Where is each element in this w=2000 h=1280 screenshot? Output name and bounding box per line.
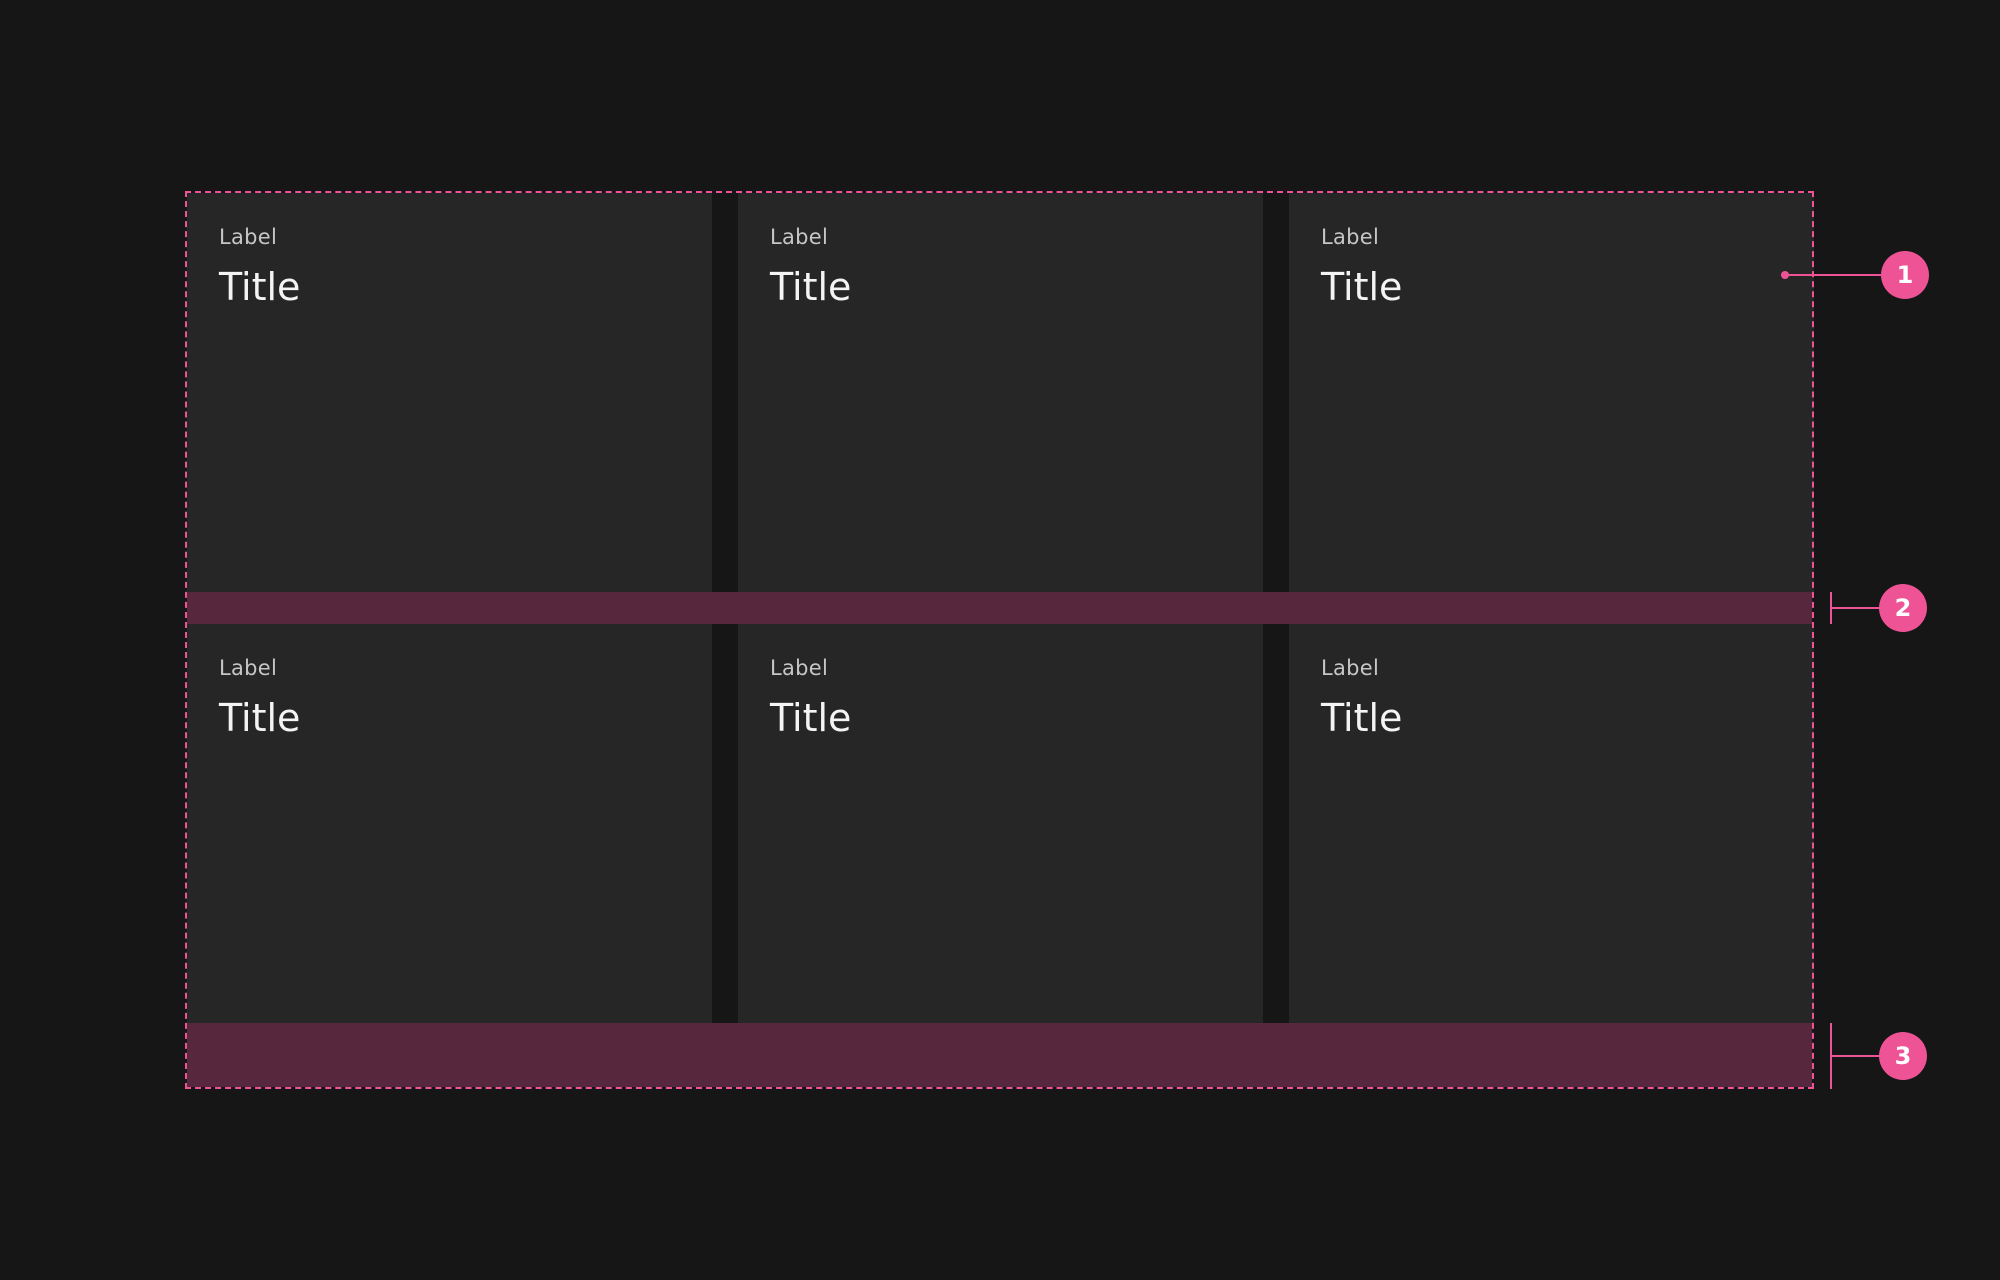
tile: Label Title [187,624,712,1023]
tile-label: Label [1321,225,1380,249]
tile-title: Title [770,696,852,740]
tile: Label Title [738,624,1263,1023]
tile-label: Label [219,656,278,680]
tile-label: Label [770,225,829,249]
callout-1-marker: 1 [1881,251,1929,299]
callout-3-marker: 3 [1879,1032,1927,1080]
tile-title: Title [219,265,301,309]
tile: Label Title [1289,193,1814,592]
tile: Label Title [1289,624,1814,1023]
callout-3-leader-line [1831,1055,1881,1057]
tile-title: Title [219,696,301,740]
tile-label: Label [219,225,278,249]
tile-title: Title [770,265,852,309]
callout-2-leader-line [1831,607,1881,609]
tile: Label Title [187,193,712,592]
callout-1-leader-line [1785,274,1883,276]
bottom-margin-band [187,1023,1812,1087]
row-gutter-band [187,592,1812,624]
tile: Label Title [738,193,1263,592]
tile-label: Label [1321,656,1380,680]
tile-title: Title [1321,265,1403,309]
tile-label: Label [770,656,829,680]
tile-title: Title [1321,696,1403,740]
callout-2-marker: 2 [1879,584,1927,632]
